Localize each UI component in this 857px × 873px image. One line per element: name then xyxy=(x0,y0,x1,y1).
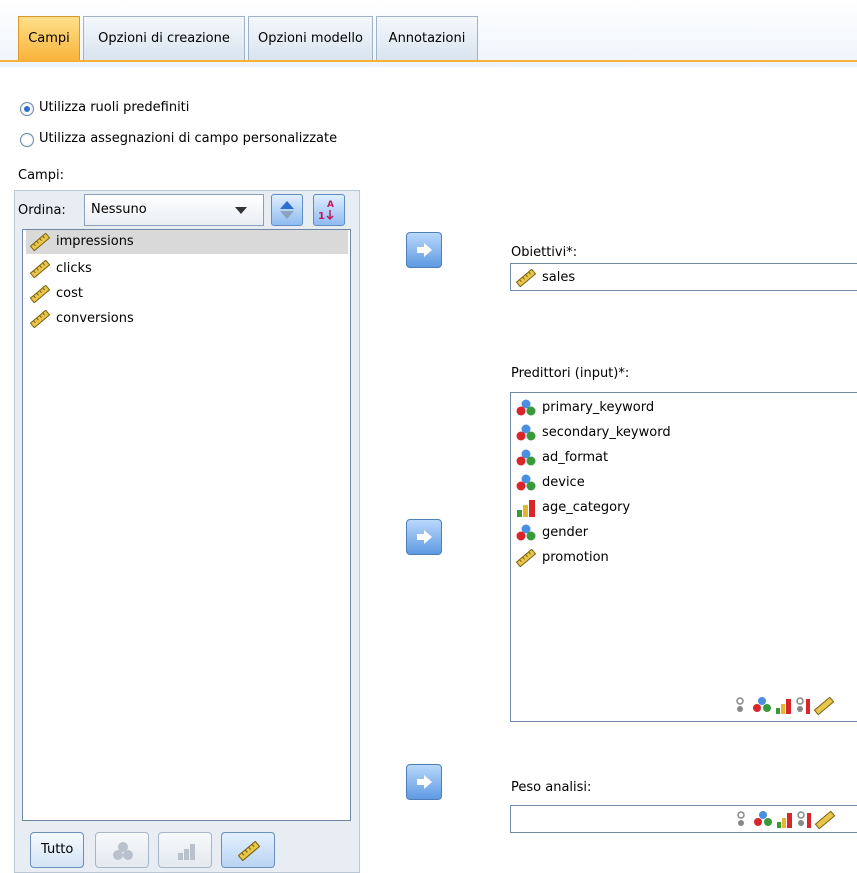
sort-dropdown[interactable]: Nessuno xyxy=(84,194,264,226)
ordinal-icon xyxy=(178,844,195,860)
targets-label: Obiettivi*: xyxy=(511,245,578,260)
arrow-right-icon xyxy=(417,775,432,789)
ruler-icon xyxy=(30,285,50,303)
tab-label: Annotazioni xyxy=(388,31,466,46)
sort-alpha-icon: A 1 xyxy=(318,200,334,222)
ruler-icon xyxy=(238,841,260,861)
chevron-down-icon xyxy=(235,207,247,214)
list-item[interactable]: gender xyxy=(512,521,812,545)
weight-label: Peso analisi: xyxy=(511,780,592,795)
list-item[interactable]: secondary_keyword xyxy=(512,421,812,445)
svg-text:A: A xyxy=(327,200,334,210)
list-item-label: promotion xyxy=(542,550,609,565)
tab-campi[interactable]: Campi xyxy=(18,16,80,60)
list-item[interactable]: ad_format xyxy=(512,446,812,470)
svg-text:1: 1 xyxy=(318,211,325,222)
tab-label: Opzioni modello xyxy=(258,31,363,46)
nominal-icon xyxy=(516,524,536,541)
tab-opzioni-creazione[interactable]: Opzioni di creazione xyxy=(83,16,245,60)
move-to-weight-button[interactable] xyxy=(406,764,442,800)
nominal-icon xyxy=(516,399,536,416)
filter-continuous-button[interactable] xyxy=(221,832,275,868)
ruler-icon xyxy=(30,310,50,328)
move-to-targets-button[interactable] xyxy=(406,232,442,268)
set-icon xyxy=(797,811,811,828)
list-item-label: conversions xyxy=(56,311,134,326)
list-item-label: cost xyxy=(56,286,83,301)
nominal-icon xyxy=(516,474,536,491)
ruler-icon xyxy=(516,269,536,287)
radio-custom-assignments[interactable] xyxy=(20,133,34,147)
list-item-label: age_category xyxy=(542,500,631,515)
set-icon xyxy=(796,697,810,714)
list-item-label: sales xyxy=(542,270,576,285)
sort-direction-button[interactable] xyxy=(271,194,303,226)
list-item-label: primary_keyword xyxy=(542,400,655,415)
tab-annotazioni[interactable]: Annotazioni xyxy=(376,16,478,60)
list-item-label: secondary_keyword xyxy=(542,425,671,440)
allowed-types-icons xyxy=(737,810,836,830)
filter-nominal-button[interactable] xyxy=(95,832,149,868)
move-to-predictors-button[interactable] xyxy=(406,519,442,555)
targets-list[interactable]: sales xyxy=(510,263,857,291)
radio-custom-label[interactable]: Utilizza assegnazioni di campo personali… xyxy=(39,131,337,146)
ordinal-icon xyxy=(517,500,535,517)
select-all-label: Tutto xyxy=(41,842,74,857)
weight-field[interactable] xyxy=(510,805,857,833)
select-all-button[interactable]: Tutto xyxy=(30,832,84,868)
sort-alpha-button[interactable]: A 1 xyxy=(313,194,345,226)
allowed-types-icons xyxy=(736,696,835,716)
list-item[interactable]: promotion xyxy=(512,546,812,570)
tab-opzioni-modello[interactable]: Opzioni modello xyxy=(248,16,373,60)
list-item[interactable]: conversions xyxy=(26,307,348,331)
list-item-label: ad_format xyxy=(542,450,609,465)
list-item[interactable]: device xyxy=(512,471,812,495)
list-item[interactable]: impressions xyxy=(26,230,348,254)
nominal-icon xyxy=(754,811,772,826)
tab-label: Opzioni di creazione xyxy=(98,31,230,46)
ruler-icon xyxy=(813,696,835,716)
list-item-label: clicks xyxy=(56,261,92,276)
flag-icon xyxy=(737,811,745,826)
nominal-icon xyxy=(753,697,771,712)
nominal-icon xyxy=(516,424,536,441)
ruler-icon xyxy=(30,260,50,278)
list-item-label: impressions xyxy=(56,234,134,249)
list-item-label: gender xyxy=(542,525,589,540)
predictors-list[interactable]: primary_keyword secondary_keyword ad_for… xyxy=(510,392,857,722)
radio-predefined-roles[interactable] xyxy=(20,102,34,116)
ruler-icon xyxy=(30,233,50,251)
predictors-label: Predittori (input)*: xyxy=(511,366,630,381)
ruler-icon xyxy=(516,549,536,567)
fields-list[interactable]: impressions clicks cost conversions xyxy=(22,229,351,821)
tab-label: Campi xyxy=(28,31,70,46)
arrow-right-icon xyxy=(417,243,432,257)
nominal-icon xyxy=(516,449,536,466)
list-item[interactable]: sales xyxy=(512,266,812,290)
list-item[interactable]: primary_keyword xyxy=(512,396,812,420)
ordinal-icon xyxy=(776,699,791,714)
radio-predefined-label[interactable]: Utilizza ruoli predefiniti xyxy=(39,100,189,115)
list-item[interactable]: age_category xyxy=(512,496,812,520)
sort-label: Ordina: xyxy=(18,203,66,218)
fields-title: Campi: xyxy=(18,168,64,183)
flag-icon xyxy=(736,697,744,712)
sort-up-down-icon xyxy=(280,201,294,219)
nominal-icon xyxy=(113,842,133,860)
list-item[interactable]: cost xyxy=(26,282,348,306)
list-item-label: device xyxy=(542,475,585,490)
ruler-icon xyxy=(814,810,836,830)
ordinal-icon xyxy=(777,813,792,828)
list-item[interactable]: clicks xyxy=(26,257,348,281)
filter-ordinal-button[interactable] xyxy=(158,832,212,868)
arrow-right-icon xyxy=(417,530,432,544)
sort-value: Nessuno xyxy=(91,202,147,217)
